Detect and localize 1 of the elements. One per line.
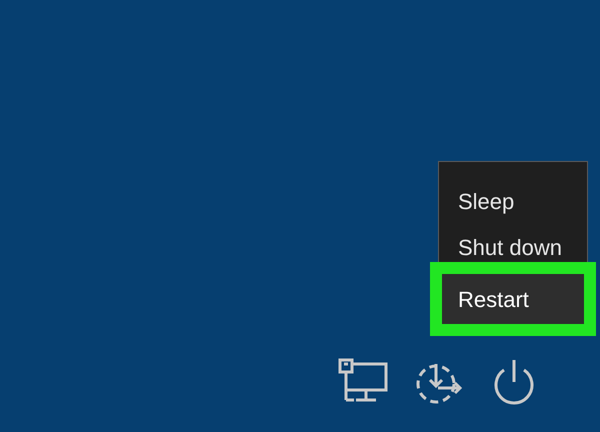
menu-item[interactable]: Restart bbox=[430, 262, 596, 336]
